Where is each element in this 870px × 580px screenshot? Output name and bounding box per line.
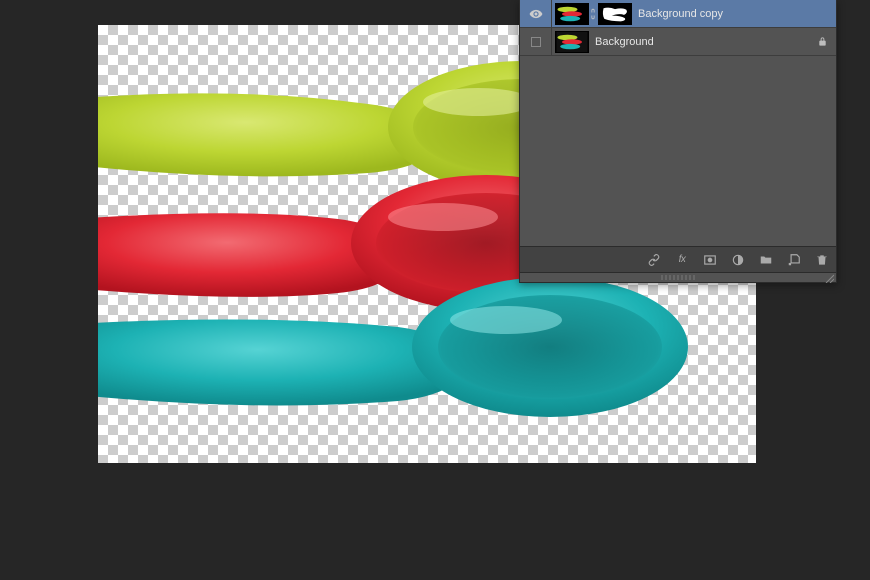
adjustment-icon bbox=[731, 253, 745, 267]
teal-spoon bbox=[98, 277, 688, 417]
layer-row[interactable]: Background copy bbox=[520, 0, 836, 28]
new-group-button[interactable] bbox=[758, 252, 774, 268]
mask-link-icon[interactable] bbox=[589, 3, 597, 25]
layers-list: Background copy Background bbox=[520, 0, 836, 56]
add-mask-button[interactable] bbox=[702, 252, 718, 268]
layer-effects-button[interactable]: fx bbox=[674, 252, 690, 268]
new-layer-icon bbox=[787, 253, 801, 267]
visibility-toggle[interactable] bbox=[520, 28, 552, 55]
delete-layer-button[interactable] bbox=[814, 252, 830, 268]
layers-empty-area[interactable] bbox=[520, 56, 836, 246]
layers-panel-toolbar: fx bbox=[520, 246, 836, 272]
panel-resize-handle[interactable] bbox=[824, 270, 834, 280]
layer-name[interactable]: Background copy bbox=[638, 8, 836, 20]
grip-icon bbox=[661, 275, 695, 280]
visibility-toggle[interactable] bbox=[520, 0, 552, 27]
visibility-off-icon bbox=[531, 37, 541, 47]
lock-icon bbox=[817, 36, 828, 47]
new-adjustment-layer-button[interactable] bbox=[730, 252, 746, 268]
fx-icon: fx bbox=[679, 254, 686, 265]
link-layers-button[interactable] bbox=[646, 252, 662, 268]
trash-icon bbox=[815, 253, 829, 267]
link-icon bbox=[647, 253, 661, 267]
mask-icon bbox=[703, 253, 717, 267]
panel-drag-handle[interactable] bbox=[520, 272, 836, 282]
layers-panel: Background copy Background fx bbox=[519, 0, 837, 283]
eye-icon bbox=[529, 7, 543, 21]
layer-mask-thumbnail[interactable] bbox=[598, 3, 632, 25]
new-layer-button[interactable] bbox=[786, 252, 802, 268]
lock-indicator[interactable] bbox=[808, 36, 836, 47]
folder-icon bbox=[759, 253, 773, 267]
layer-thumbnail[interactable] bbox=[555, 31, 589, 53]
layer-row[interactable]: Background bbox=[520, 28, 836, 56]
layer-thumbnail[interactable] bbox=[555, 3, 589, 25]
layer-name[interactable]: Background bbox=[595, 36, 808, 48]
